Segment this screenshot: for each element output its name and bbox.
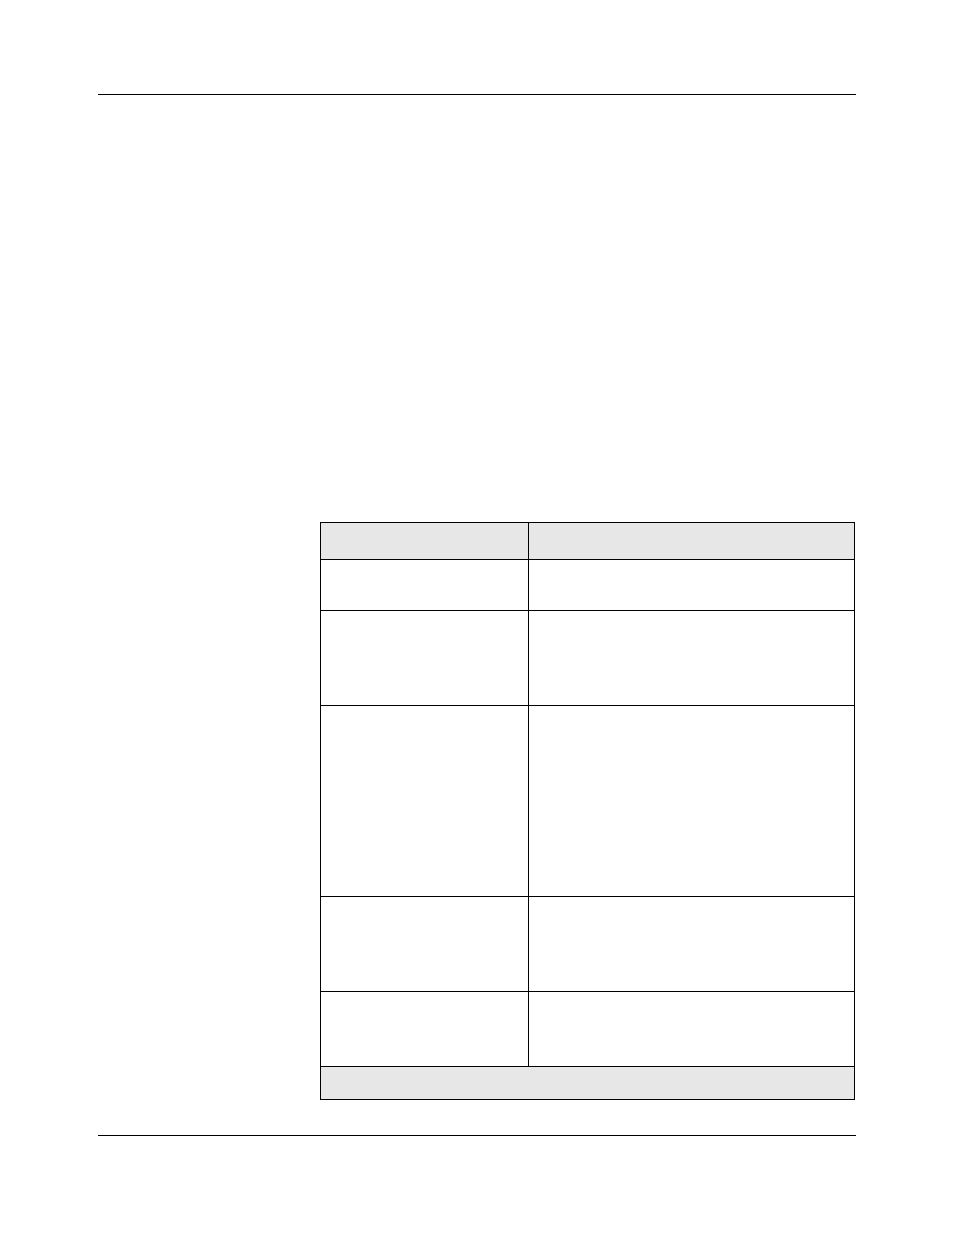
header-rule xyxy=(98,94,856,95)
cell-value xyxy=(321,992,528,1066)
table-cell xyxy=(321,897,529,992)
cell-value xyxy=(321,611,528,705)
cell-value xyxy=(529,706,854,896)
table-cell xyxy=(529,560,855,611)
cell-value xyxy=(321,706,528,896)
cell-value xyxy=(529,992,854,1066)
table-header-label xyxy=(321,523,528,559)
table-row xyxy=(321,897,855,992)
table-cell xyxy=(321,992,529,1067)
cell-value xyxy=(321,897,528,991)
table-footer-cell xyxy=(321,1067,855,1100)
table-footer-row xyxy=(321,1067,855,1100)
table-header-cell xyxy=(321,523,529,560)
table-footer-label xyxy=(321,1067,854,1099)
table-cell xyxy=(529,897,855,992)
table-cell xyxy=(321,611,529,706)
table-row xyxy=(321,706,855,897)
table-header-row xyxy=(321,523,855,560)
table-cell xyxy=(529,611,855,706)
table-header-label xyxy=(529,523,854,559)
table-header-cell xyxy=(529,523,855,560)
cell-value xyxy=(529,611,854,705)
data-table xyxy=(320,522,854,1100)
table-cell xyxy=(321,560,529,611)
footer-rule xyxy=(98,1135,856,1136)
table-row xyxy=(321,611,855,706)
table-cell xyxy=(529,992,855,1067)
cell-value xyxy=(529,897,854,991)
table-cell xyxy=(321,706,529,897)
table-row xyxy=(321,560,855,611)
cell-value xyxy=(529,560,854,610)
table-row xyxy=(321,992,855,1067)
table-cell xyxy=(529,706,855,897)
cell-value xyxy=(321,560,528,610)
